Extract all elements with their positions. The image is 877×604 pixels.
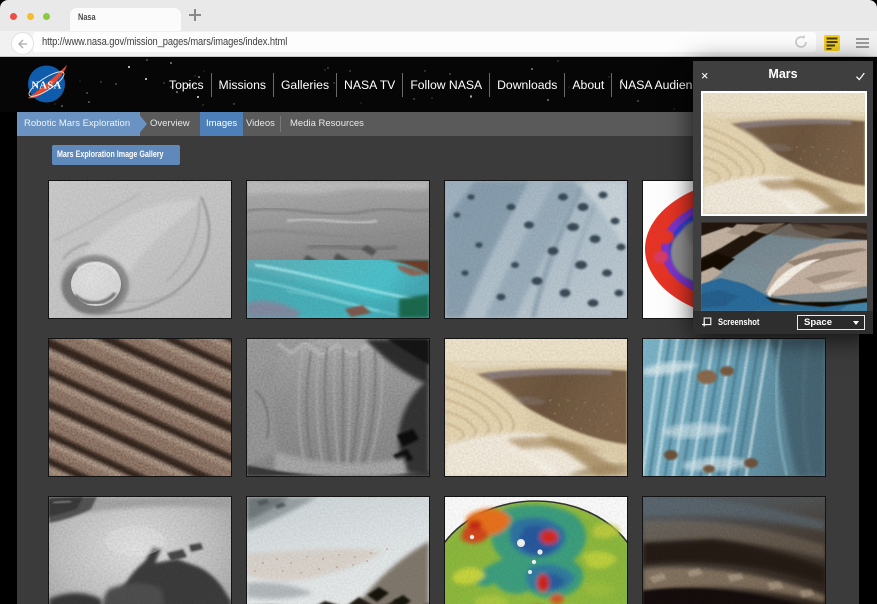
svg-text:NASA: NASA — [31, 81, 61, 92]
